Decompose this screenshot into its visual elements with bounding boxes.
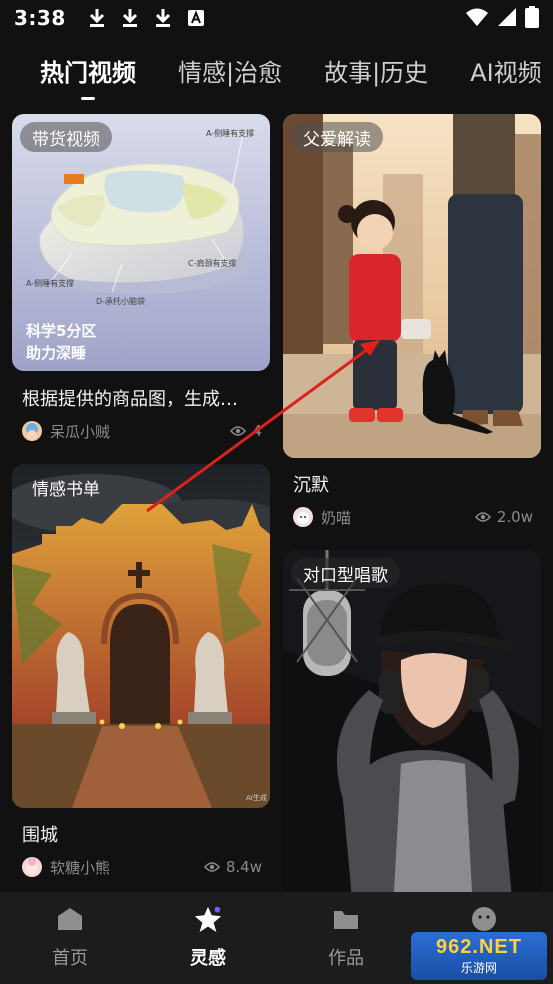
nav-home[interactable]: 首页 [30,904,110,970]
screen: 3:38 热门视频 情感|治愈 故事|历史 AI视频 A-侧睡有支撑 C-肩颈有… [0,0,553,984]
face-icon [469,904,499,934]
nav-inspiration-label: 灵感 [190,948,226,969]
star-icon [193,904,223,934]
nav-works[interactable]: 作品 [306,904,386,970]
home-icon [55,904,85,934]
annotation-arrow [146,340,380,513]
folder-icon [331,904,361,934]
watermark-logo: 962.NET 乐游网 [411,932,547,980]
watermark-brand: 962.NET [436,936,522,958]
nav-inspiration[interactable]: 灵感 [168,904,248,970]
watermark-sub: 乐游网 [460,961,497,975]
nav-home-label: 首页 [52,948,88,969]
nav-works-label: 作品 [328,948,364,969]
